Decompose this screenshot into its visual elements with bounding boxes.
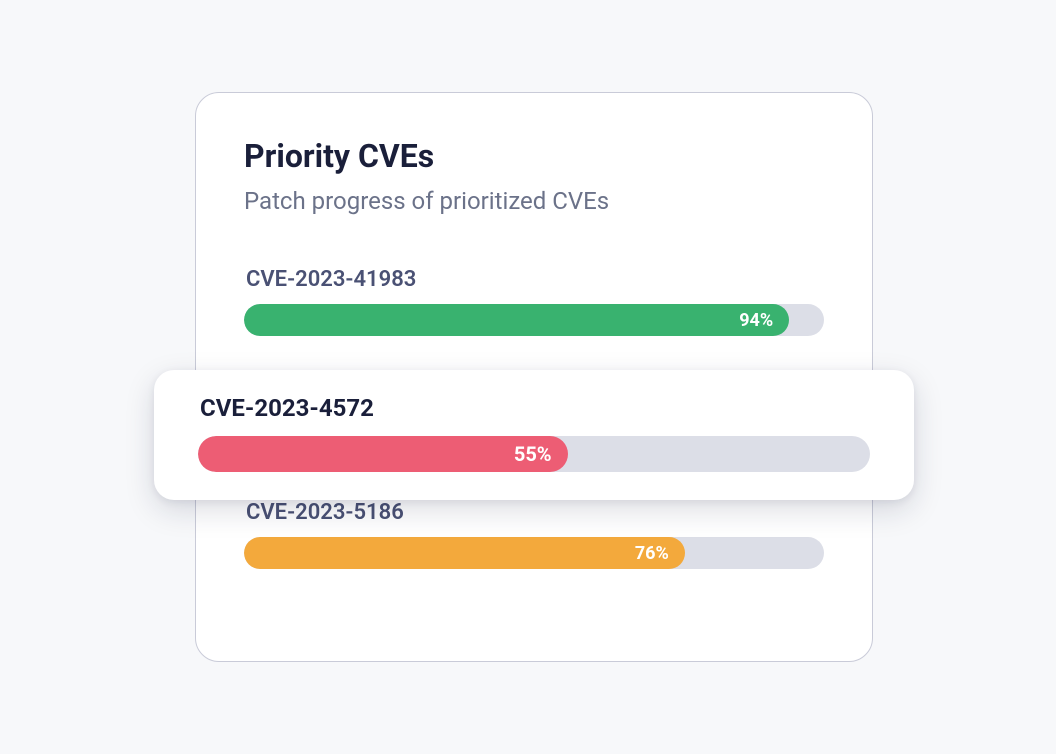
highlighted-cve-card[interactable]: CVE-2023-4572 55%: [154, 370, 914, 500]
progress-value: 94%: [739, 310, 773, 331]
cve-row: CVE-2023-41983 94%: [244, 267, 824, 336]
progress-fill: 94%: [244, 304, 789, 336]
progress-value: 76%: [635, 543, 669, 564]
cve-id-label: CVE-2023-41983: [244, 267, 824, 292]
card-title: Priority CVEs: [244, 137, 824, 175]
card-subtitle: Patch progress of prioritized CVEs: [244, 187, 824, 215]
progress-fill: 76%: [244, 537, 685, 569]
cve-id-label: CVE-2023-4572: [198, 394, 870, 422]
progress-bar: 76%: [244, 537, 824, 569]
progress-value: 55%: [514, 442, 552, 466]
cve-row: CVE-2023-5186 76%: [244, 500, 824, 569]
progress-fill: 55%: [198, 436, 568, 472]
progress-bar: 55%: [198, 436, 870, 472]
progress-bar: 94%: [244, 304, 824, 336]
cve-id-label: CVE-2023-5186: [244, 500, 824, 525]
